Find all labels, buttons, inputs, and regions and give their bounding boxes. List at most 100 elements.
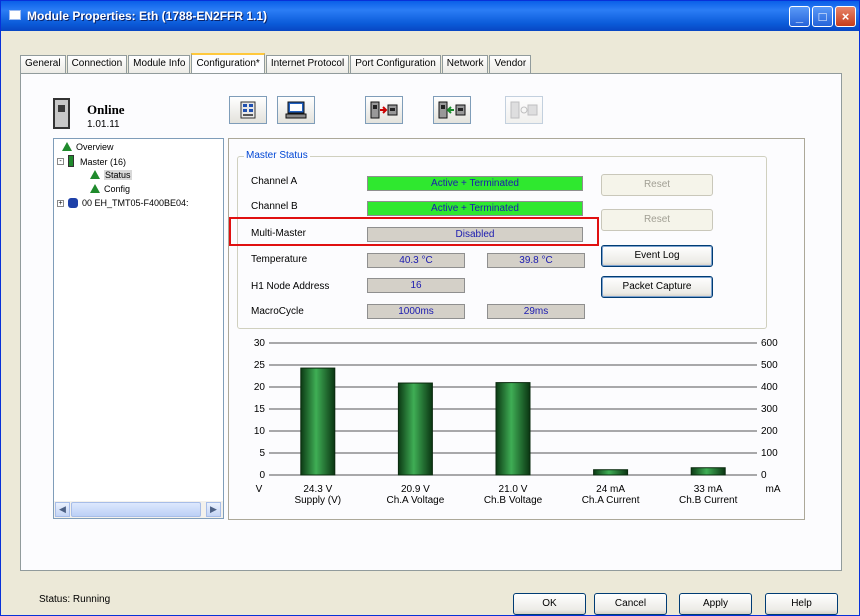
scroll-left-icon[interactable]: ◀ (55, 502, 70, 517)
tab-module-info[interactable]: Module Info (128, 55, 191, 73)
channel-a-label: Channel A (251, 176, 298, 187)
transfer-right-icon (370, 101, 398, 119)
green-triangle-icon (90, 170, 100, 179)
scroll-thumb[interactable] (71, 502, 201, 517)
tab-general[interactable]: General (20, 55, 66, 73)
bar-category-label: Ch.B Voltage (484, 495, 543, 506)
left-tick-label: 5 (259, 448, 265, 459)
window-title: Module Properties: Eth (1788-EN2FFR 1.1) (27, 9, 268, 23)
left-tick-label: 0 (259, 470, 265, 481)
channel-a-value: Active + Terminated (367, 176, 583, 191)
bar-category-label: Ch.A Voltage (386, 495, 444, 506)
computer-icon (285, 101, 307, 119)
tab-connection[interactable]: Connection (66, 55, 128, 73)
bar (495, 382, 531, 476)
tree-horizontal-scrollbar[interactable]: ◀ ▶ (54, 501, 223, 518)
macrocycle-value-1: 1000ms (367, 304, 465, 319)
left-tick-label: 25 (254, 360, 266, 371)
help-button[interactable]: Help (765, 593, 838, 615)
green-triangle-icon (62, 142, 72, 151)
right-tick-label: 400 (761, 382, 778, 393)
right-tick-label: 0 (761, 470, 767, 481)
scroll-right-icon[interactable]: ▶ (206, 502, 221, 517)
firmware-version: 1.01.11 (87, 119, 120, 130)
status-bar-text: Status: Running (39, 594, 111, 605)
diagnostics-bar-chart: 051015202530010020030040050060024.3 VSup… (254, 338, 781, 506)
apply-button[interactable]: Apply (679, 593, 752, 615)
green-triangle-icon (90, 184, 100, 193)
right-tick-label: 100 (761, 448, 778, 459)
macrocycle-label: MacroCycle (251, 306, 304, 317)
title-bar[interactable]: Module Properties: Eth (1788-EN2FFR 1.1)… (1, 1, 859, 31)
right-tick-label: 200 (761, 426, 778, 437)
transfer-left-icon (438, 101, 466, 119)
cancel-button[interactable]: Cancel (594, 593, 667, 615)
online-status-label: Online (87, 102, 125, 117)
left-tick-label: 15 (254, 404, 266, 415)
ok-button[interactable]: OK (513, 593, 586, 615)
module-tree[interactable]: Overview - Master (16) Status Config + 0… (53, 138, 224, 519)
tree-item-device[interactable]: 00 EH_TMT05-F400BE04: (68, 197, 189, 210)
sync-icon (510, 101, 538, 119)
app-icon (9, 10, 21, 20)
temperature-value-2: 39.8 °C (487, 253, 585, 268)
left-tick-label: 30 (254, 338, 266, 349)
temperature-value-1: 40.3 °C (367, 253, 465, 268)
right-tick-label: 500 (761, 360, 778, 371)
right-tick-label: 300 (761, 404, 778, 415)
tab-network[interactable]: Network (441, 55, 489, 73)
reset-channel-a-button[interactable]: Reset (601, 174, 713, 196)
bar-value-label: 21.0 V (499, 484, 528, 495)
bar (397, 382, 433, 476)
tree-item-master[interactable]: Master (16) (68, 155, 126, 168)
bar (593, 469, 629, 476)
tree-item-config[interactable]: Config (90, 183, 130, 196)
tab-configuration[interactable]: Configuration* (191, 53, 265, 73)
temperature-label: Temperature (251, 254, 308, 265)
expand-icon[interactable]: + (57, 200, 64, 207)
master-module-icon (68, 155, 74, 167)
left-axis-unit: V (256, 484, 263, 495)
collapse-icon[interactable]: - (57, 158, 64, 165)
device-icon (68, 198, 78, 208)
bar-value-label: 24 mA (596, 484, 625, 495)
module-properties-window: Module Properties: Eth (1788-EN2FFR 1.1)… (0, 0, 860, 616)
module-view-tool-button[interactable] (229, 96, 267, 124)
reset-channel-b-button[interactable]: Reset (601, 209, 713, 231)
channel-b-value: Active + Terminated (367, 201, 583, 216)
tree-item-status[interactable]: Status (90, 169, 132, 182)
bar (690, 467, 726, 476)
node-address-label: H1 Node Address (251, 281, 330, 292)
event-log-button[interactable]: Event Log (601, 245, 713, 267)
bar-category-label: Supply (V) (294, 495, 341, 506)
tab-internet-protocol[interactable]: Internet Protocol (265, 55, 350, 73)
grid-module-icon (240, 101, 256, 119)
upload-config-button[interactable] (365, 96, 403, 124)
multi-master-highlight-box (229, 217, 599, 246)
tab-strip: General Connection Module Info Configura… (20, 53, 532, 73)
bar-category-label: Ch.A Current (582, 495, 640, 506)
bar-value-label: 20.9 V (401, 484, 430, 495)
bar (300, 367, 336, 476)
download-config-button[interactable] (433, 96, 471, 124)
computer-tool-button[interactable] (277, 96, 315, 124)
bar-value-label: 24.3 V (303, 484, 332, 495)
left-tick-label: 20 (254, 382, 266, 393)
bar-value-label: 33 mA (694, 484, 723, 495)
macrocycle-value-2: 29ms (487, 304, 585, 319)
close-button[interactable]: × (835, 6, 856, 27)
master-status-title: Master Status (244, 150, 310, 161)
sync-config-button[interactable] (505, 96, 543, 124)
right-axis-unit: mA (766, 484, 781, 495)
tree-item-overview[interactable]: Overview (62, 141, 114, 154)
node-address-value: 16 (367, 278, 465, 293)
channel-b-label: Channel B (251, 201, 298, 212)
packet-capture-button[interactable]: Packet Capture (601, 276, 713, 298)
module-icon (53, 98, 70, 129)
left-tick-label: 10 (254, 426, 266, 437)
tab-port-configuration[interactable]: Port Configuration (350, 55, 441, 73)
minimize-button[interactable]: _ (789, 6, 810, 27)
maximize-button[interactable]: □ (812, 6, 833, 27)
tab-vendor[interactable]: Vendor (489, 55, 532, 73)
bar-category-label: Ch.B Current (679, 495, 738, 506)
